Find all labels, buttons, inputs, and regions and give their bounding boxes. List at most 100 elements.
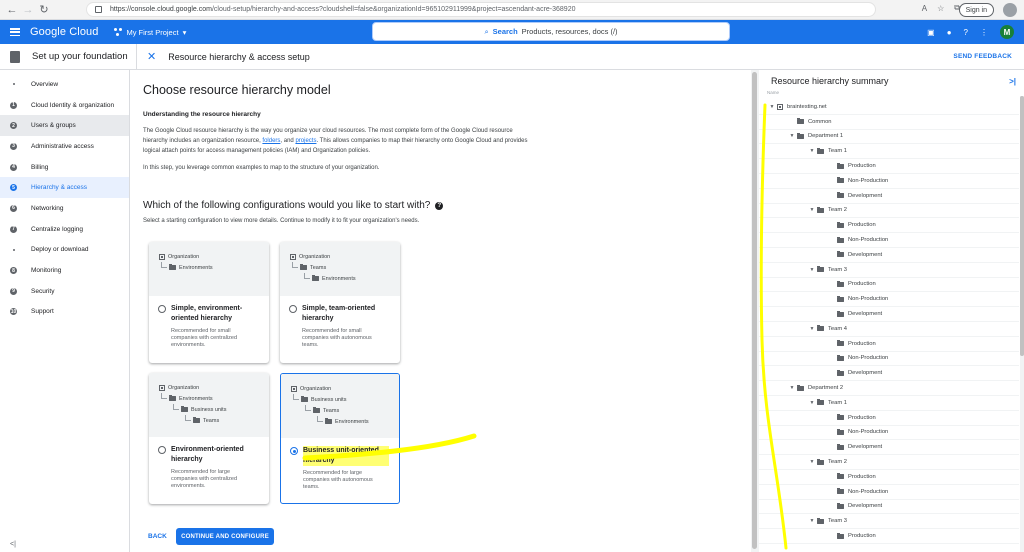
sidebar-item-security[interactable]: 9 Security <box>0 281 129 302</box>
project-selector[interactable]: My First Project ▾ <box>114 28 186 37</box>
summary-scrollbar[interactable] <box>1020 96 1024 552</box>
config-card-simple-environment[interactable]: Organization Environments Simple, enviro… <box>149 242 269 363</box>
tree-row[interactable]: Production <box>759 470 1019 485</box>
main-scrollbar[interactable] <box>751 70 759 552</box>
tree-row[interactable]: ▼ Team 4 <box>759 322 1019 337</box>
collapse-panel-icon[interactable]: >| <box>1009 77 1016 86</box>
expand-arrow-icon[interactable]: ▼ <box>789 133 795 139</box>
tree-label: Production <box>848 281 876 288</box>
tree-row[interactable]: ▼ Team 2 <box>759 204 1019 219</box>
account-avatar[interactable]: M <box>1000 25 1014 39</box>
tree-row[interactable]: Production <box>759 411 1019 426</box>
radio-button[interactable] <box>158 446 166 454</box>
sidebar-item-deploy[interactable]: Deploy or download <box>0 240 129 261</box>
tree-row[interactable]: ▼ Team 1 <box>759 144 1019 160</box>
projects-link[interactable]: projects <box>295 138 316 144</box>
help-icon[interactable]: ? <box>435 201 444 210</box>
radio-button-selected[interactable] <box>290 447 298 455</box>
folder-icon <box>837 502 844 509</box>
sidebar-item-admin-access[interactable]: 3 Administrative access <box>0 136 129 157</box>
signin-button[interactable]: Sign in <box>958 3 994 17</box>
profile-avatar[interactable] <box>1003 3 1017 17</box>
send-feedback-button[interactable]: SEND FEEDBACK <box>953 53 1012 60</box>
tree-row[interactable]: Production <box>759 337 1019 352</box>
folders-link[interactable]: folders <box>262 138 280 144</box>
cloud-shell-icon[interactable]: ▣ <box>927 28 935 37</box>
hierarchy-summary-panel: Resource hierarchy summary >| Name ▼ brai… <box>759 70 1024 552</box>
tree-row[interactable]: Development <box>759 366 1019 382</box>
chevron-down-icon: ▾ <box>182 27 187 37</box>
tree-row[interactable]: Non-Production <box>759 292 1019 308</box>
config-card-business-unit[interactable]: Organization Business units Teams Enviro… <box>280 373 400 504</box>
sidebar-item-users-groups[interactable]: 2 Users & groups <box>0 115 129 137</box>
reload-icon[interactable]: ↻ <box>36 2 52 18</box>
sidebar-item-networking[interactable]: 6 Networking <box>0 198 129 219</box>
expand-arrow-icon[interactable]: ▼ <box>809 459 815 465</box>
tree-label: Team 1 <box>828 148 848 155</box>
forward-arrow-icon[interactable]: → <box>20 2 36 18</box>
tree-label: Development <box>848 311 883 318</box>
expand-arrow-icon[interactable]: ▼ <box>809 518 815 524</box>
search-label: Search <box>492 27 518 36</box>
address-bar[interactable]: https://console.cloud.google.com/cloud-s… <box>86 2 876 17</box>
tree-row[interactable]: ▼ Department 1 <box>759 130 1019 145</box>
expand-arrow-icon[interactable]: ▼ <box>809 400 815 406</box>
expand-arrow-icon[interactable]: ▼ <box>789 385 795 391</box>
expand-arrow-icon[interactable]: ▼ <box>769 104 775 110</box>
tree-row[interactable]: Development <box>759 440 1019 456</box>
tree-row[interactable]: Non-Production <box>759 233 1019 248</box>
tree-row[interactable]: Non-Production <box>759 174 1019 189</box>
sidebar-item-overview[interactable]: Overview <box>0 74 129 95</box>
tree-row[interactable]: Production <box>759 159 1019 174</box>
notifications-icon[interactable]: ● <box>947 28 952 37</box>
tree-row[interactable]: Non-Production <box>759 485 1019 500</box>
more-vert-icon[interactable]: ⋮ <box>980 28 988 37</box>
expand-arrow-icon[interactable]: ▼ <box>809 326 815 332</box>
sidebar-item-logging[interactable]: 7 Centralize logging <box>0 219 129 240</box>
tree-label: Team 4 <box>828 325 848 332</box>
sidebar-item-support[interactable]: 10 Support <box>0 302 129 323</box>
tree-row[interactable]: Development <box>759 189 1019 204</box>
tree-row[interactable]: Common <box>759 115 1019 130</box>
tree-label: Production <box>848 222 876 229</box>
tree-row[interactable]: ▼ braintesting.net <box>759 100 1019 115</box>
radio-button[interactable] <box>158 305 166 313</box>
tree-row[interactable]: ▼ Team 2 <box>759 455 1019 470</box>
sidebar-item-monitoring[interactable]: 8 Monitoring <box>0 260 129 281</box>
config-card-simple-team[interactable]: Organization Teams Environments Simple, … <box>280 242 400 363</box>
expand-arrow-icon[interactable]: ▼ <box>809 148 815 154</box>
sidebar-item-billing[interactable]: 4 Billing <box>0 157 129 178</box>
tree-row[interactable]: ▼ Team 3 <box>759 263 1019 278</box>
close-icon[interactable]: ✕ <box>147 50 156 63</box>
expand-arrow-icon[interactable]: ▼ <box>809 207 815 213</box>
back-arrow-icon[interactable]: ← <box>4 2 20 18</box>
tree-row[interactable]: ▼ Team 3 <box>759 514 1019 530</box>
radio-button[interactable] <box>289 305 297 313</box>
sidebar-item-hierarchy[interactable]: 5 Hierarchy & access <box>0 177 129 199</box>
tree-row[interactable]: Production <box>759 278 1019 293</box>
tree-row[interactable]: ▼ Department 2 <box>759 381 1019 396</box>
folder-icon <box>817 517 824 524</box>
config-card-environment[interactable]: Organization Environments Business units… <box>149 373 269 504</box>
tree-row[interactable]: Development <box>759 248 1019 263</box>
sidebar-item-cloud-identity[interactable]: 1 Cloud Identity & organization <box>0 95 129 116</box>
search-input[interactable]: ⌕ Search Products, resources, docs (/) <box>372 22 730 41</box>
tree-row[interactable]: Non-Production <box>759 426 1019 441</box>
continue-button[interactable]: CONTINUE AND CONFIGURE <box>176 528 274 545</box>
expand-arrow-icon[interactable]: ▼ <box>809 267 815 273</box>
tree-row[interactable]: Production <box>759 218 1019 234</box>
tree-row[interactable]: Non-Production <box>759 352 1019 367</box>
read-aloud-icon[interactable]: A <box>922 4 927 13</box>
favorites-icon[interactable]: ☆ <box>937 4 944 13</box>
back-button[interactable]: BACK <box>148 533 167 540</box>
gcp-logo[interactable]: Google Cloud <box>30 26 98 38</box>
tree-row[interactable]: ▼ Team 1 <box>759 396 1019 411</box>
tree-label: Production <box>848 473 876 480</box>
menu-icon[interactable] <box>10 28 20 36</box>
collapse-sidebar-icon[interactable]: <| <box>10 541 16 548</box>
tree-row[interactable]: Production <box>759 529 1019 544</box>
gcp-topbar: Google Cloud My First Project ▾ ⌕ Search… <box>0 20 1024 44</box>
tree-row[interactable]: Development <box>759 500 1019 515</box>
help-icon[interactable]: ? <box>964 28 968 37</box>
tree-row[interactable]: Development <box>759 307 1019 322</box>
